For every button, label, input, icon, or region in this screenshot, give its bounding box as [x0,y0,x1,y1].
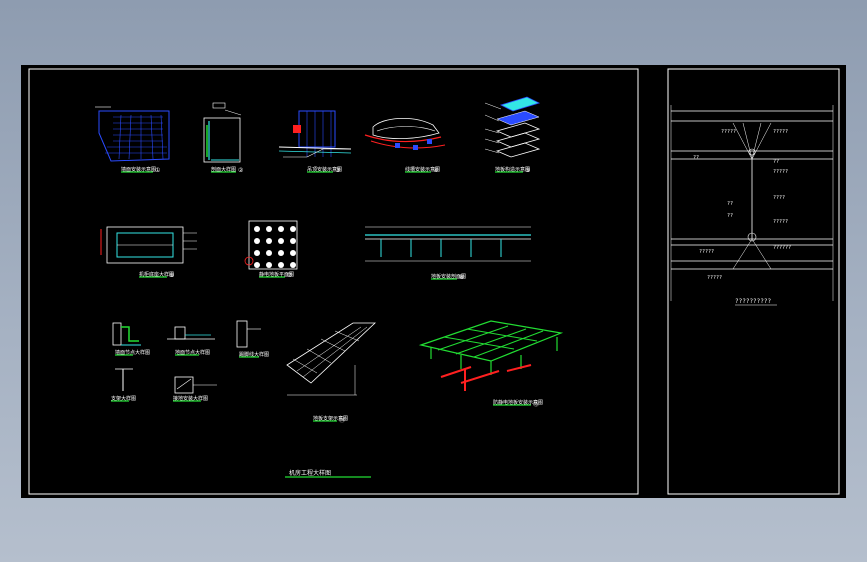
detail-number-15: ⑮ [533,400,539,408]
detail-floor-node: 地面节点大样图 [167,326,215,356]
side-label-8: ?? [727,213,733,219]
side-sheet-frame [667,68,840,495]
detail-number-1: ① [155,167,160,174]
side-label-1: ????? [721,129,736,135]
detail-skirting: 踢脚线大样图 [236,320,269,358]
cad-drawing-viewport[interactable]: 墙面安装示意图 ① 剖面大样图 ② 吊顶安装示意图 ③ 线槽安装示意图 ④ 地板… [21,65,846,498]
side-label-4: ?? [773,159,779,165]
cad-drawing-sheet: 墙面安装示意图 ① 剖面大样图 ② 吊顶安装示意图 ③ 线槽安装示意图 ④ 地板… [28,68,840,495]
detail-number-4: ④ [433,167,438,174]
detail-number-7: ⑦ [287,272,293,279]
side-detail-section: ????? ????? ?? ?? ????? ???? ?? ?? ?????… [670,105,834,306]
side-label-6: ???? [773,195,785,201]
side-label-5: ????? [773,169,788,175]
side-label-7: ?? [727,201,733,207]
detail-ceiling: 吊顶安装示意图 ③ [278,110,352,174]
detail-label-12: 支架大样图 [111,395,136,402]
detail-floor-plan: 静电地板平面图 ⑦ [244,220,298,279]
side-label-9: ????? [773,219,788,225]
side-label-2: ????? [773,129,788,135]
detail-number-14: ⑭ [339,416,345,424]
detail-bracket: 支架大样图 [111,368,136,402]
detail-number-2: ② [238,167,244,174]
sheet-title: 机房工程大样图 [289,469,331,477]
detail-label-1: 墙面安装示意图 [121,166,156,173]
side-label-11: ????? [699,249,714,255]
side-detail-caption: ?????????? [735,298,772,305]
side-label-12: ????? [707,275,722,281]
side-label-10: ?????? [773,245,791,251]
detail-section: 剖面大样图 ② [203,102,244,174]
detail-number-6: ⑥ [169,272,174,279]
detail-label-11: 踢脚线大样图 [239,351,269,358]
detail-label-9: 墙面节点大样图 [115,349,150,356]
detail-number-8: ⑧ [459,274,464,281]
detail-floor-support: 地板支架示意图 ⑭ [286,322,377,424]
detail-floor-layers: 地板构造示意图 ⑤ [484,96,541,174]
detail-cable-tray: 线槽安装示意图 ④ [364,118,446,174]
detail-antistatic-floor: 防静电地板安装示意图 ⑮ [418,320,564,408]
detail-wall-node: 墙面节点大样图 [112,322,150,356]
detail-label-13: 接地安装大样图 [173,395,208,402]
detail-number-5: ⑤ [525,167,530,174]
detail-number-3: ③ [335,167,340,174]
detail-label-2: 剖面大样图 [211,166,236,173]
detail-wall-installation: 墙面安装示意图 ① [95,106,170,174]
detail-cabinet-base: 机柜底座大样图 ⑥ [100,226,197,279]
side-label-3: ?? [693,155,699,161]
detail-floor-section: 地板安装剖面图 ⑧ [365,226,531,281]
detail-label-10: 地面节点大样图 [175,349,210,356]
detail-grounding: 接地安装大样图 [173,376,217,402]
